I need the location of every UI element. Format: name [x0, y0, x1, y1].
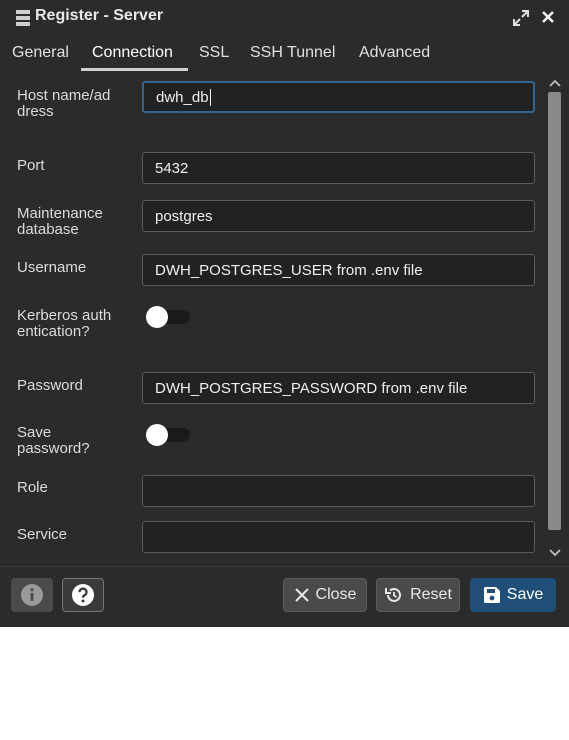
port-value: 5432	[155, 159, 189, 177]
info-button[interactable]	[11, 578, 53, 612]
password-label: Password	[17, 377, 83, 394]
save-password-label: Save password?	[17, 424, 90, 457]
username-label: Username	[17, 259, 87, 276]
tab-ssh-tunnel[interactable]: SSH Tunnel	[250, 44, 335, 62]
tab-advanced[interactable]: Advanced	[359, 44, 430, 62]
password-input[interactable]: DWH_POSTGRES_PASSWORD from .env file	[142, 372, 535, 404]
maintenance-db-label: Maintenance database	[17, 205, 103, 238]
close-x-icon	[294, 588, 309, 602]
tab-general[interactable]: General	[12, 44, 69, 62]
expand-icon[interactable]	[512, 9, 530, 27]
toggle-knob	[146, 306, 168, 328]
scrollbar-thumb[interactable]	[548, 92, 561, 530]
scroll-down-icon[interactable]	[549, 548, 561, 558]
save-password-toggle[interactable]	[146, 424, 190, 446]
register-server-dialog: Register - Server General Connection SSL…	[0, 0, 569, 627]
close-button[interactable]: Close	[283, 578, 367, 612]
save-button-label: Save	[506, 586, 544, 603]
dialog-footer: Close Reset Save	[0, 566, 569, 627]
kerberos-label: Kerberos authentication?	[17, 307, 112, 340]
connection-form: Host name/address dwh_db Port 5432 Maint…	[0, 72, 545, 566]
server-icon	[16, 10, 30, 26]
host-label: Host name/address	[17, 87, 111, 120]
help-icon	[72, 584, 94, 606]
password-value: DWH_POSTGRES_PASSWORD from .env file	[155, 379, 468, 397]
form-scrollbar[interactable]	[545, 72, 569, 566]
service-label: Service	[17, 526, 68, 543]
host-input[interactable]: dwh_db	[142, 81, 535, 113]
kerberos-toggle[interactable]	[146, 306, 190, 328]
save-button[interactable]: Save	[470, 578, 556, 612]
service-input[interactable]	[142, 521, 535, 553]
reset-button-label: Reset	[410, 586, 452, 603]
close-button-label: Close	[315, 586, 357, 603]
username-input[interactable]: DWH_POSTGRES_USER from .env file	[142, 254, 535, 286]
close-icon[interactable]	[539, 8, 557, 26]
reset-button[interactable]: Reset	[376, 578, 460, 612]
scroll-up-icon[interactable]	[549, 78, 561, 88]
role-label: Role	[17, 479, 48, 496]
active-tab-indicator	[81, 68, 188, 71]
username-value: DWH_POSTGRES_USER from .env file	[155, 261, 423, 279]
help-button[interactable]	[62, 578, 104, 612]
host-value: dwh_db	[156, 88, 209, 106]
maintenance-db-value: postgres	[155, 207, 213, 225]
maintenance-db-input[interactable]: postgres	[142, 200, 535, 232]
toggle-knob	[146, 424, 168, 446]
floppy-disk-icon	[483, 587, 500, 603]
title-bar[interactable]: Register - Server	[0, 0, 569, 36]
tab-connection[interactable]: Connection	[92, 44, 173, 62]
dialog-title: Register - Server	[35, 7, 164, 24]
port-input[interactable]: 5432	[142, 152, 535, 184]
port-label: Port	[17, 157, 45, 174]
text-caret	[209, 88, 211, 106]
reset-icon	[385, 587, 402, 602]
tab-ssl[interactable]: SSL	[199, 44, 229, 62]
info-icon	[21, 584, 43, 606]
role-input[interactable]	[142, 475, 535, 507]
